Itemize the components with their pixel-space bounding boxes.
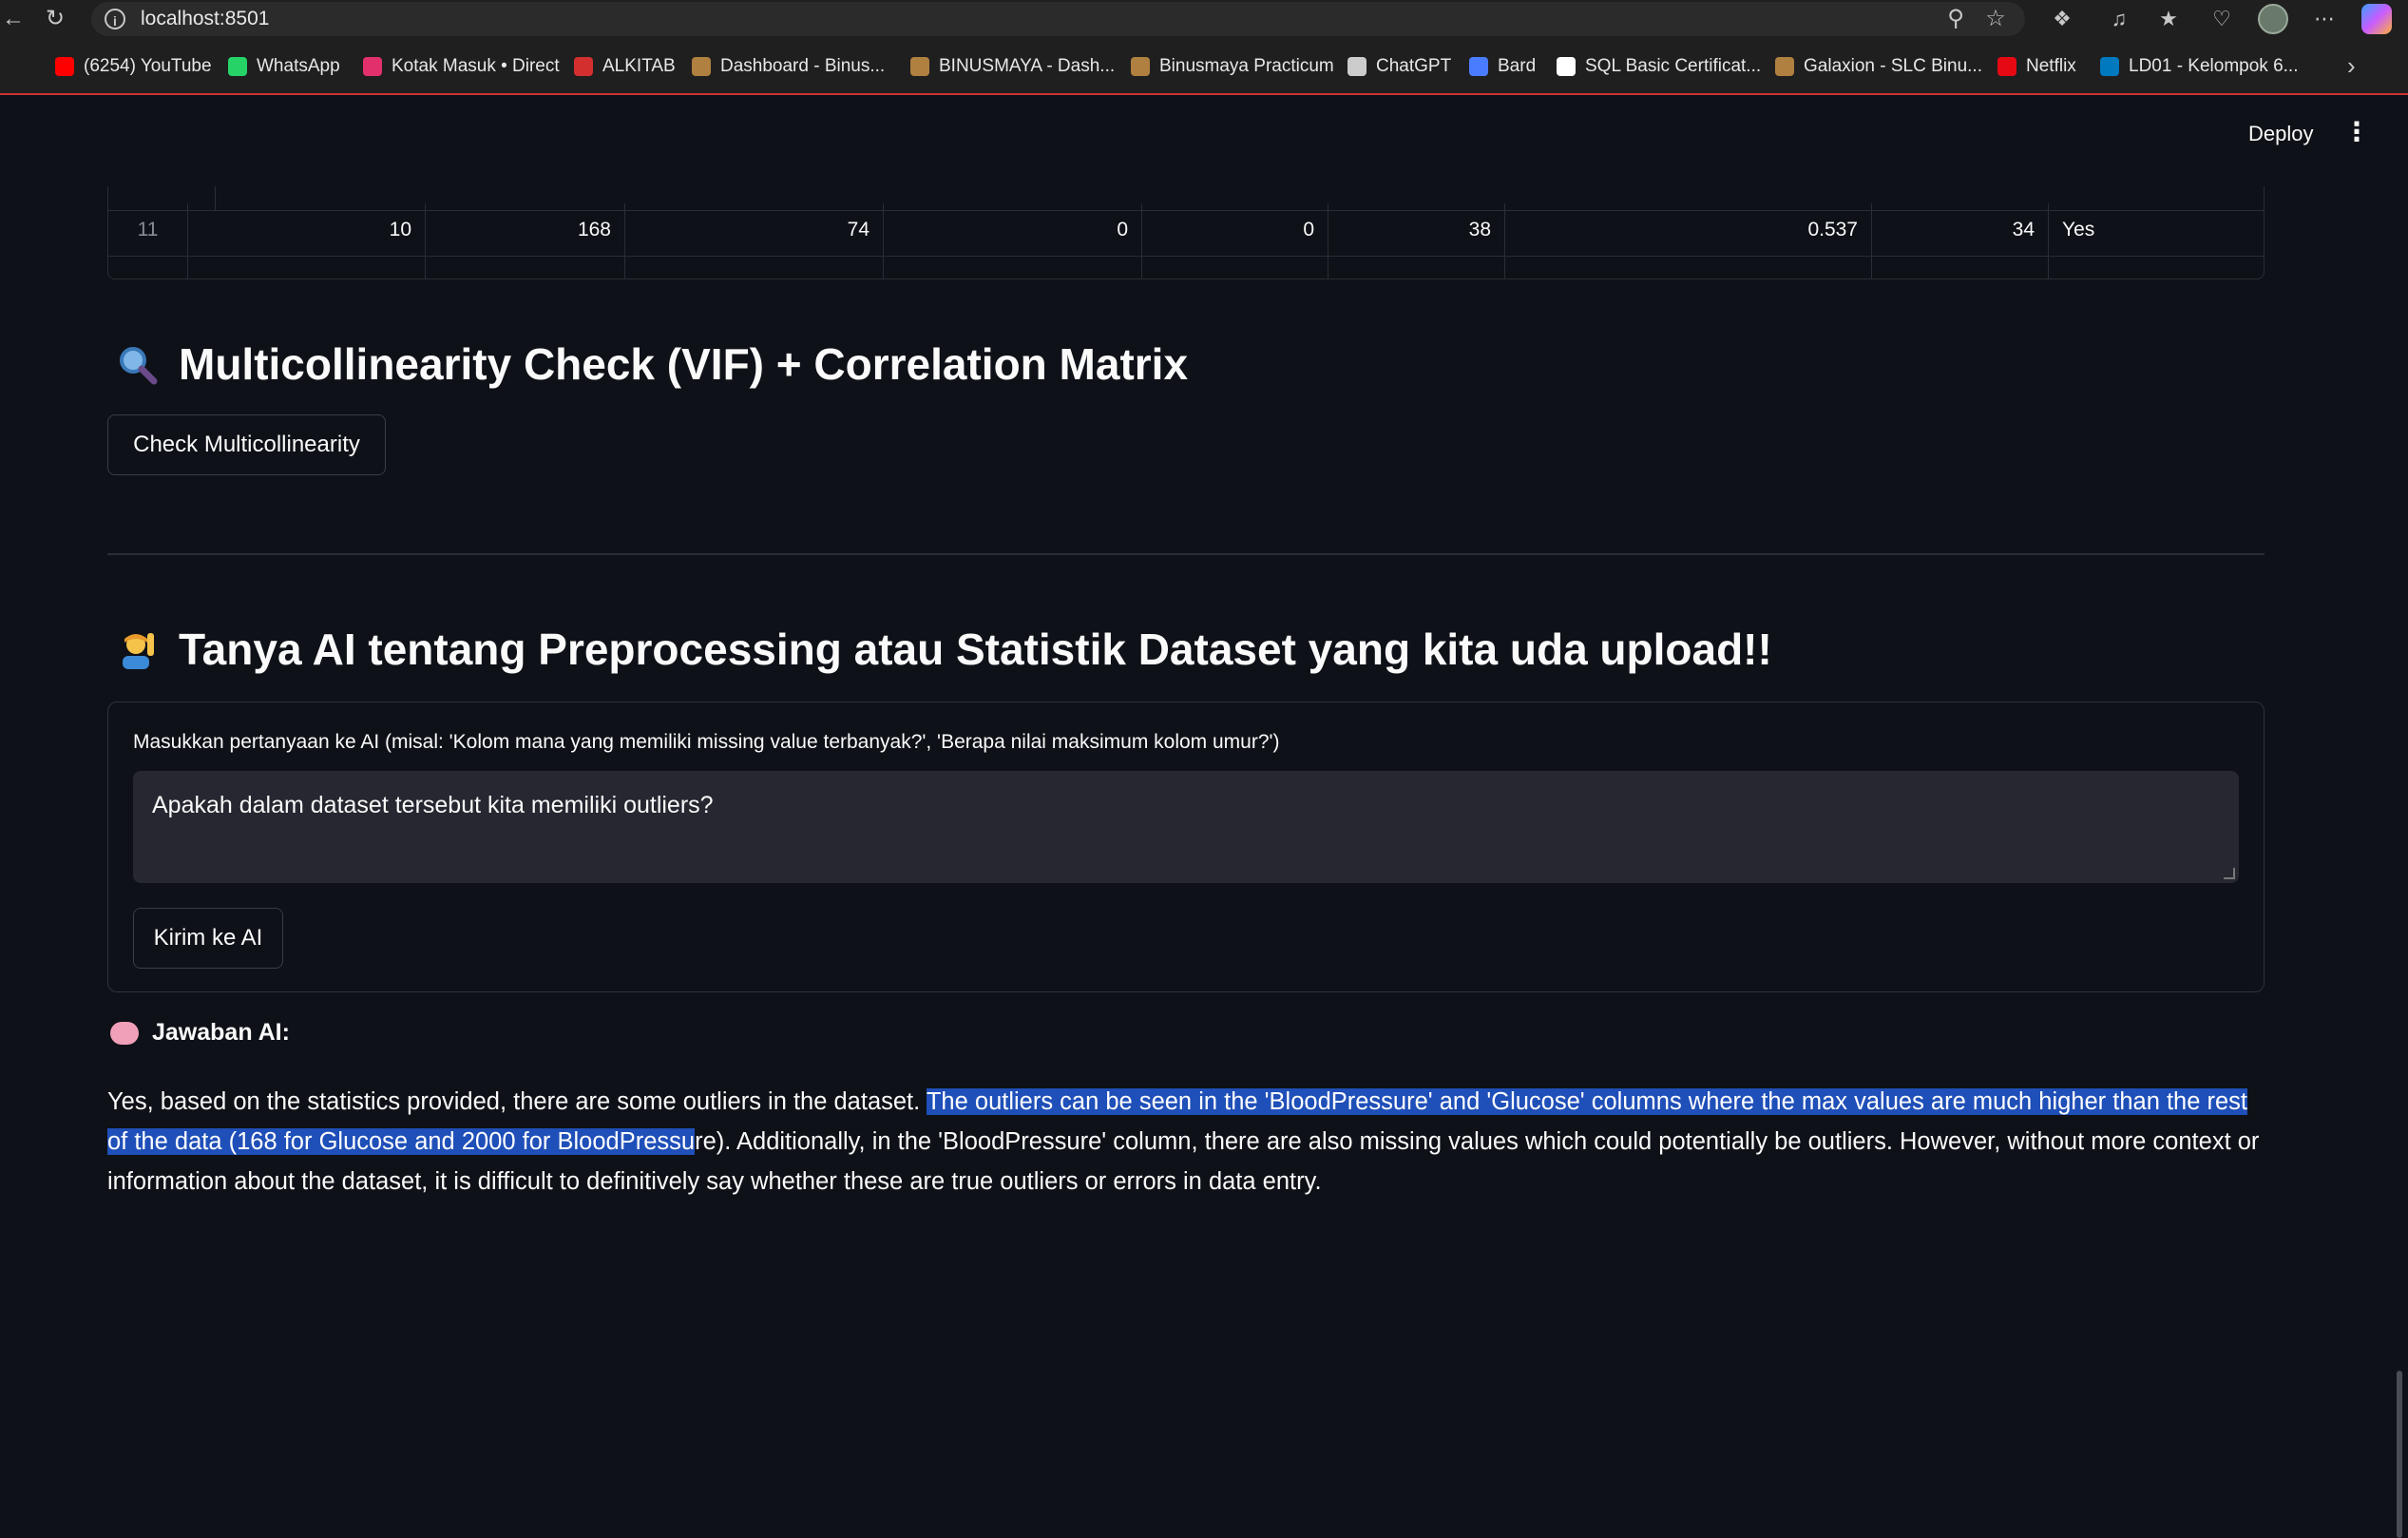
- answer-heading-text: Jawaban AI:: [152, 1019, 290, 1046]
- person-raising-hand-icon: [112, 625, 162, 674]
- streamlit-app: Deploy ⋮ 11 10 168 74 0 0 38 0.537 34 Ye…: [0, 95, 2408, 1538]
- bookmark-binusmaya-practicum[interactable]: Binusmaya Practicum: [1131, 53, 1334, 80]
- ask-ai-heading: Tanya AI tentang Preprocessing atau Stat…: [112, 624, 1772, 675]
- question-textarea[interactable]: Apakah dalam dataset tersebut kita memil…: [133, 771, 2239, 883]
- table-cell: 0: [884, 203, 1142, 257]
- profile-avatar[interactable]: [2258, 4, 2288, 34]
- table-cell: 34: [1872, 203, 2049, 257]
- binus-icon: [1775, 57, 1794, 76]
- bookmark-dashboard-binus[interactable]: Dashboard - Binus...: [692, 53, 885, 80]
- favorite-star-icon[interactable]: ☆: [1982, 6, 2009, 32]
- send-to-ai-button[interactable]: Kirim ke AI: [133, 908, 283, 969]
- bookmark-label: (6254) YouTube: [84, 56, 212, 76]
- bookmark-label: ChatGPT: [1376, 56, 1452, 76]
- netflix-icon: [1997, 57, 2016, 76]
- table-cell: Yes: [2062, 219, 2095, 240]
- chevron-right-icon[interactable]: ›: [2347, 51, 2356, 81]
- whatsapp-icon: [228, 57, 247, 76]
- binus-icon: [692, 57, 711, 76]
- extensions-icon[interactable]: ❖: [2049, 6, 2075, 32]
- more-options-icon[interactable]: ⋯: [2311, 6, 2338, 32]
- question-input-label: Masukkan pertanyaan ke AI (misal: 'Kolom…: [133, 731, 1280, 753]
- bookmark-ld01[interactable]: LD01 - Kelompok 6...: [2100, 53, 2298, 80]
- binus-icon: [1131, 57, 1150, 76]
- table-cell: 168: [426, 203, 625, 257]
- bookmark-alkitab[interactable]: ALKITAB: [574, 53, 676, 80]
- bookmark-label: BINUSMAYA - Dash...: [939, 56, 1116, 76]
- bookmark-label: Bard: [1498, 56, 1537, 76]
- favorites-icon[interactable]: ★: [2155, 6, 2182, 32]
- table-cell: 74: [625, 203, 884, 257]
- bookmark-label: Binusmaya Practicum: [1159, 56, 1334, 76]
- bookmark-label: Kotak Masuk • Direct: [392, 56, 560, 76]
- table-row-partial: [108, 257, 2264, 279]
- bookmark-label: LD01 - Kelompok 6...: [2129, 56, 2299, 76]
- deploy-button[interactable]: Deploy: [2248, 122, 2313, 146]
- bookmark-chatgpt[interactable]: ChatGPT: [1347, 53, 1451, 80]
- section-title-text: Multicollinearity Check (VIF) + Correlat…: [179, 339, 1189, 389]
- media-icon[interactable]: ♫: [2106, 6, 2132, 32]
- main-menu-icon[interactable]: ⋮: [2343, 116, 2370, 147]
- divider: [107, 553, 2265, 555]
- alkitab-icon: [574, 57, 593, 76]
- bookmark-binusmaya-dash[interactable]: BINUSMAYA - Dash...: [910, 53, 1115, 80]
- answer-text-start: Yes, based on the statistics provided, t…: [107, 1088, 927, 1115]
- check-multicollinearity-button[interactable]: Check Multicollinearity: [107, 414, 386, 475]
- bookmark-bard[interactable]: Bard: [1469, 53, 1536, 80]
- site-info-icon[interactable]: i: [105, 9, 125, 29]
- back-icon[interactable]: ←: [0, 6, 27, 32]
- table-cell: 0.537: [1505, 203, 1872, 257]
- youtube-icon: [55, 57, 74, 76]
- table-cell: 10: [188, 203, 426, 257]
- browser-toolbar: ← ↻ i localhost:8501 ⚲ ☆ ❖ ♫ ★ ♡ ⋯: [0, 0, 2408, 38]
- binus-icon: [910, 57, 929, 76]
- hackerrank-icon: [1557, 57, 1576, 76]
- bookmark-label: Netflix: [2026, 56, 2076, 76]
- bookmark-label: WhatsApp: [257, 56, 340, 76]
- magnifier-icon: [112, 339, 162, 389]
- instagram-icon: [363, 57, 382, 76]
- ai-answer-text: Yes, based on the statistics provided, t…: [107, 1082, 2269, 1202]
- ask-ai-form: Masukkan pertanyaan ke AI (misal: 'Kolom…: [107, 702, 2265, 992]
- bookmark-whatsapp[interactable]: WhatsApp: [228, 53, 340, 80]
- bookmark-netflix[interactable]: Netflix: [1997, 53, 2076, 80]
- bookmark-label: Dashboard - Binus...: [720, 56, 886, 76]
- brain-icon: [110, 1021, 139, 1045]
- reload-icon[interactable]: ↻: [42, 6, 68, 32]
- bookmark-youtube[interactable]: (6254) YouTube: [55, 53, 212, 80]
- resize-handle-icon[interactable]: [2224, 868, 2235, 879]
- table-row: 11 10 168 74 0 0 38 0.537 34 Yes: [108, 203, 2264, 257]
- dataframe[interactable]: 11 10 168 74 0 0 38 0.537 34 Yes: [107, 186, 2265, 279]
- address-bar[interactable]: i localhost:8501 ⚲ ☆: [91, 2, 2025, 36]
- multicollinearity-heading: Multicollinearity Check (VIF) + Correlat…: [112, 338, 1188, 390]
- answer-heading: Jawaban AI:: [110, 1019, 290, 1047]
- row-index: 11: [108, 203, 188, 257]
- browser-essentials-icon[interactable]: ♡: [2208, 6, 2235, 32]
- bookmarks-bar: (6254) YouTube WhatsApp Kotak Masuk • Di…: [0, 38, 2408, 95]
- bookmark-sql-basic[interactable]: SQL Basic Certificat...: [1557, 53, 1761, 80]
- trello-icon: [2100, 57, 2119, 76]
- page-scrollbar[interactable]: [2397, 1371, 2402, 1538]
- table-cell: 38: [1328, 203, 1505, 257]
- chatgpt-icon: [1347, 57, 1366, 76]
- bookmark-label: SQL Basic Certificat...: [1585, 56, 1762, 76]
- bookmark-label: ALKITAB: [602, 56, 676, 76]
- table-cell: 0: [1142, 203, 1328, 257]
- copilot-icon[interactable]: [2361, 4, 2392, 34]
- section-title-text: Tanya AI tentang Preprocessing atau Stat…: [179, 625, 1772, 674]
- zoom-icon[interactable]: ⚲: [1942, 6, 1969, 32]
- bookmark-instagram[interactable]: Kotak Masuk • Direct: [363, 53, 560, 80]
- bookmark-galaxion[interactable]: Galaxion - SLC Binu...: [1775, 53, 1982, 80]
- url-text: localhost:8501: [141, 8, 270, 29]
- bookmark-label: Galaxion - SLC Binu...: [1804, 56, 1982, 76]
- bard-icon: [1469, 57, 1488, 76]
